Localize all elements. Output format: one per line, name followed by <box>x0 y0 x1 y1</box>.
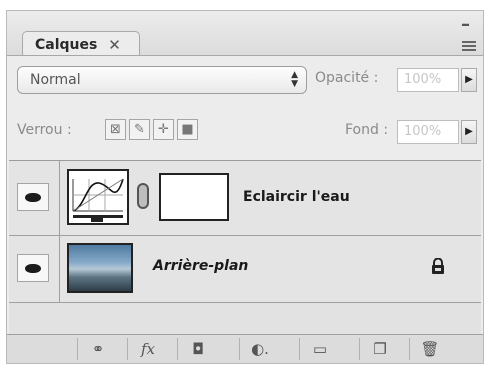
tab-calques[interactable]: Calques ✕ <box>22 31 140 57</box>
layers-list: Eclaircir l'eau Arrière-plan <box>9 160 481 337</box>
layer-row[interactable]: Eclaircir l'eau <box>9 161 481 236</box>
curves-adjustment-thumbnail[interactable] <box>67 169 129 225</box>
fill-input[interactable]: 100% <box>397 120 459 144</box>
lock-all-button[interactable]: ■ <box>177 119 198 140</box>
fill-label: Fond : <box>345 122 389 138</box>
new-layer-icon[interactable]: ❐ <box>359 338 400 360</box>
visibility-eye-icon[interactable] <box>17 254 49 282</box>
fx-icon[interactable]: fx <box>127 338 168 360</box>
lock-label: Verrou : <box>17 122 72 138</box>
layers-panel: Calques ✕ – Normal ▲ ▼ Opacité : 100% ▶ V… <box>6 10 484 364</box>
blend-mode-select[interactable]: Normal ▲ ▼ <box>17 66 307 94</box>
image-thumbnail[interactable] <box>67 243 133 293</box>
layer-row[interactable]: Arrière-plan <box>9 236 481 303</box>
lock-transparency-button[interactable]: ⊠ <box>105 119 126 140</box>
fill-slider-button[interactable]: ▶ <box>461 120 477 144</box>
close-icon[interactable]: ✕ <box>108 36 121 54</box>
lock-pixels-button[interactable]: ✎ <box>129 119 150 140</box>
opacity-label: Opacité : <box>315 70 379 86</box>
adjustment-icon[interactable]: ◐. <box>239 338 280 360</box>
link-icon[interactable]: ⚭ <box>77 338 118 360</box>
panel-menu-icon[interactable] <box>462 41 476 53</box>
lock-icon <box>432 258 444 274</box>
minimize-icon[interactable]: – <box>461 14 470 35</box>
folder-icon[interactable]: ▭ <box>299 338 340 360</box>
lock-position-button[interactable]: ✛ <box>153 119 174 140</box>
visibility-eye-icon[interactable] <box>17 183 49 211</box>
opacity-input[interactable]: 100% <box>397 68 459 92</box>
curves-icon <box>72 178 124 222</box>
panel-footer: ⚭ fx ◘ ◐. ▭ ❐ 🗑 <box>7 334 483 363</box>
tab-label: Calques <box>35 37 98 53</box>
opacity-slider-button[interactable]: ▶ <box>461 68 477 92</box>
chain-link-icon[interactable] <box>137 183 149 209</box>
select-arrows-icon: ▲ ▼ <box>291 70 298 89</box>
trash-icon[interactable]: 🗑 <box>409 338 450 360</box>
blend-mode-value: Normal <box>30 72 81 88</box>
layer-mask-thumbnail[interactable] <box>159 173 229 221</box>
layer-name[interactable]: Arrière-plan <box>153 258 248 274</box>
mask-icon[interactable]: ◘ <box>177 338 218 360</box>
lock-row: Verrou : ⊠ ✎ ✛ ■ Fond : 100% ▶ <box>17 116 477 146</box>
blend-row: Normal ▲ ▼ Opacité : 100% ▶ <box>17 66 477 96</box>
panel-titlebar: Calques ✕ – <box>7 11 483 57</box>
layer-name[interactable]: Eclaircir l'eau <box>243 189 350 205</box>
panel-body: Normal ▲ ▼ Opacité : 100% ▶ Verrou : ⊠ ✎ … <box>7 55 483 363</box>
